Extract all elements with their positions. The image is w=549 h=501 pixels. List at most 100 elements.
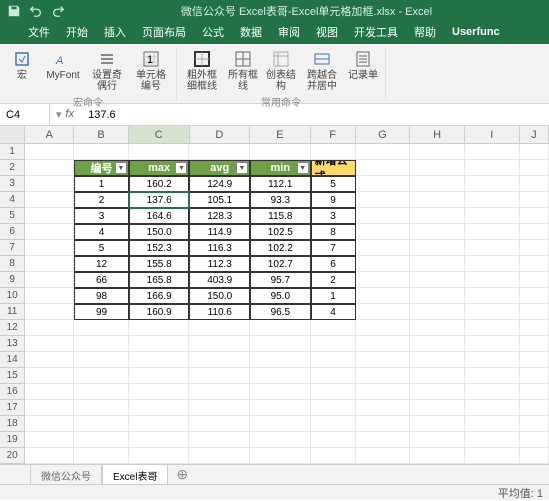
cell[interactable] (25, 288, 74, 304)
cell[interactable] (465, 256, 520, 272)
cell[interactable] (189, 336, 250, 352)
cell[interactable]: 2 (74, 192, 129, 208)
cell[interactable]: 128.3 (189, 208, 250, 224)
filter-dropdown-icon[interactable]: ▼ (175, 162, 187, 174)
cell[interactable] (465, 384, 520, 400)
fx-icon[interactable]: fx (66, 108, 75, 121)
tab-开发工具[interactable]: 开发工具 (346, 20, 406, 44)
cell[interactable] (465, 224, 520, 240)
cell[interactable] (410, 160, 465, 176)
cell[interactable]: 102.5 (250, 224, 311, 240)
cell[interactable] (410, 432, 465, 448)
row-header[interactable]: 18 (0, 416, 25, 432)
cell[interactable] (25, 160, 74, 176)
cell[interactable] (356, 224, 411, 240)
cell[interactable]: 160.2 (129, 176, 190, 192)
cell[interactable]: 6 (311, 256, 356, 272)
cell[interactable] (129, 400, 190, 416)
cell[interactable] (250, 336, 311, 352)
ribbon-btn[interactable]: 宏 (4, 47, 40, 83)
ribbon-btn[interactable]: AMyFont (42, 47, 84, 83)
cell[interactable] (410, 288, 465, 304)
cell[interactable] (129, 320, 190, 336)
cell[interactable] (465, 176, 520, 192)
cell[interactable] (520, 416, 549, 432)
cell[interactable]: 160.9 (129, 304, 190, 320)
cell[interactable] (465, 336, 520, 352)
cell[interactable] (410, 400, 465, 416)
cell[interactable] (311, 432, 356, 448)
row-header[interactable]: 3 (0, 176, 25, 192)
undo-icon[interactable] (26, 2, 46, 20)
row-header[interactable]: 19 (0, 432, 25, 448)
cell[interactable] (410, 368, 465, 384)
cell[interactable] (356, 208, 411, 224)
cell[interactable] (356, 144, 411, 160)
cell[interactable] (311, 416, 356, 432)
cell[interactable] (356, 176, 411, 192)
cell[interactable] (129, 144, 190, 160)
cell[interactable] (520, 384, 549, 400)
col-header[interactable]: C (129, 126, 190, 143)
cell[interactable] (356, 320, 411, 336)
cell[interactable] (129, 416, 190, 432)
cell[interactable]: 4 (311, 304, 356, 320)
cell[interactable] (356, 304, 411, 320)
sheet-tab[interactable]: Excel表哥 (102, 464, 168, 486)
cell[interactable] (74, 384, 129, 400)
cell[interactable] (520, 304, 549, 320)
cell[interactable] (410, 192, 465, 208)
row-header[interactable]: 6 (0, 224, 25, 240)
row-header[interactable]: 5 (0, 208, 25, 224)
cell[interactable]: 152.3 (129, 240, 190, 256)
cell[interactable] (74, 368, 129, 384)
cell[interactable] (520, 288, 549, 304)
cell[interactable]: 95.0 (250, 288, 311, 304)
cell[interactable] (465, 320, 520, 336)
col-header[interactable]: A (25, 126, 74, 143)
cell[interactable]: 102.2 (250, 240, 311, 256)
cell[interactable] (520, 256, 549, 272)
filter-dropdown-icon[interactable]: ▼ (236, 162, 248, 174)
cell[interactable] (520, 160, 549, 176)
cell[interactable]: 95.7 (250, 272, 311, 288)
tab-公式[interactable]: 公式 (194, 20, 232, 44)
row-header[interactable]: 13 (0, 336, 25, 352)
select-all-corner[interactable] (0, 126, 25, 143)
tab-文件[interactable]: 文件 (20, 20, 58, 44)
tab-数据[interactable]: 数据 (232, 20, 270, 44)
ribbon-btn[interactable]: 跨越合并居中 (301, 47, 343, 94)
cell[interactable] (129, 336, 190, 352)
cell[interactable]: 9 (311, 192, 356, 208)
cell[interactable] (410, 144, 465, 160)
cell[interactable]: 165.8 (129, 272, 190, 288)
cell[interactable]: 93.3 (250, 192, 311, 208)
cell[interactable] (25, 416, 74, 432)
cell[interactable] (356, 416, 411, 432)
cell[interactable] (356, 256, 411, 272)
cell[interactable] (25, 240, 74, 256)
cell[interactable] (465, 192, 520, 208)
cell[interactable]: 66 (74, 272, 129, 288)
cell[interactable] (250, 320, 311, 336)
row-header[interactable]: 7 (0, 240, 25, 256)
sheet-tab[interactable]: 微信公众号 (30, 464, 102, 486)
cell[interactable]: 112.3 (189, 256, 250, 272)
cell[interactable]: 110.6 (189, 304, 250, 320)
cell[interactable] (410, 272, 465, 288)
cell[interactable]: 105.1 (189, 192, 250, 208)
cell[interactable] (25, 384, 74, 400)
row-header[interactable]: 16 (0, 384, 25, 400)
name-box[interactable]: C4 (0, 104, 50, 125)
cell[interactable]: 155.8 (129, 256, 190, 272)
cell[interactable] (311, 384, 356, 400)
cell[interactable]: max▼ (129, 160, 190, 176)
cell[interactable]: 8 (311, 224, 356, 240)
cell[interactable] (356, 240, 411, 256)
cell[interactable] (465, 416, 520, 432)
cell[interactable]: min▼ (250, 160, 311, 176)
cell[interactable] (74, 416, 129, 432)
cell[interactable]: 150.0 (189, 288, 250, 304)
cell[interactable] (129, 432, 190, 448)
cell[interactable] (25, 256, 74, 272)
